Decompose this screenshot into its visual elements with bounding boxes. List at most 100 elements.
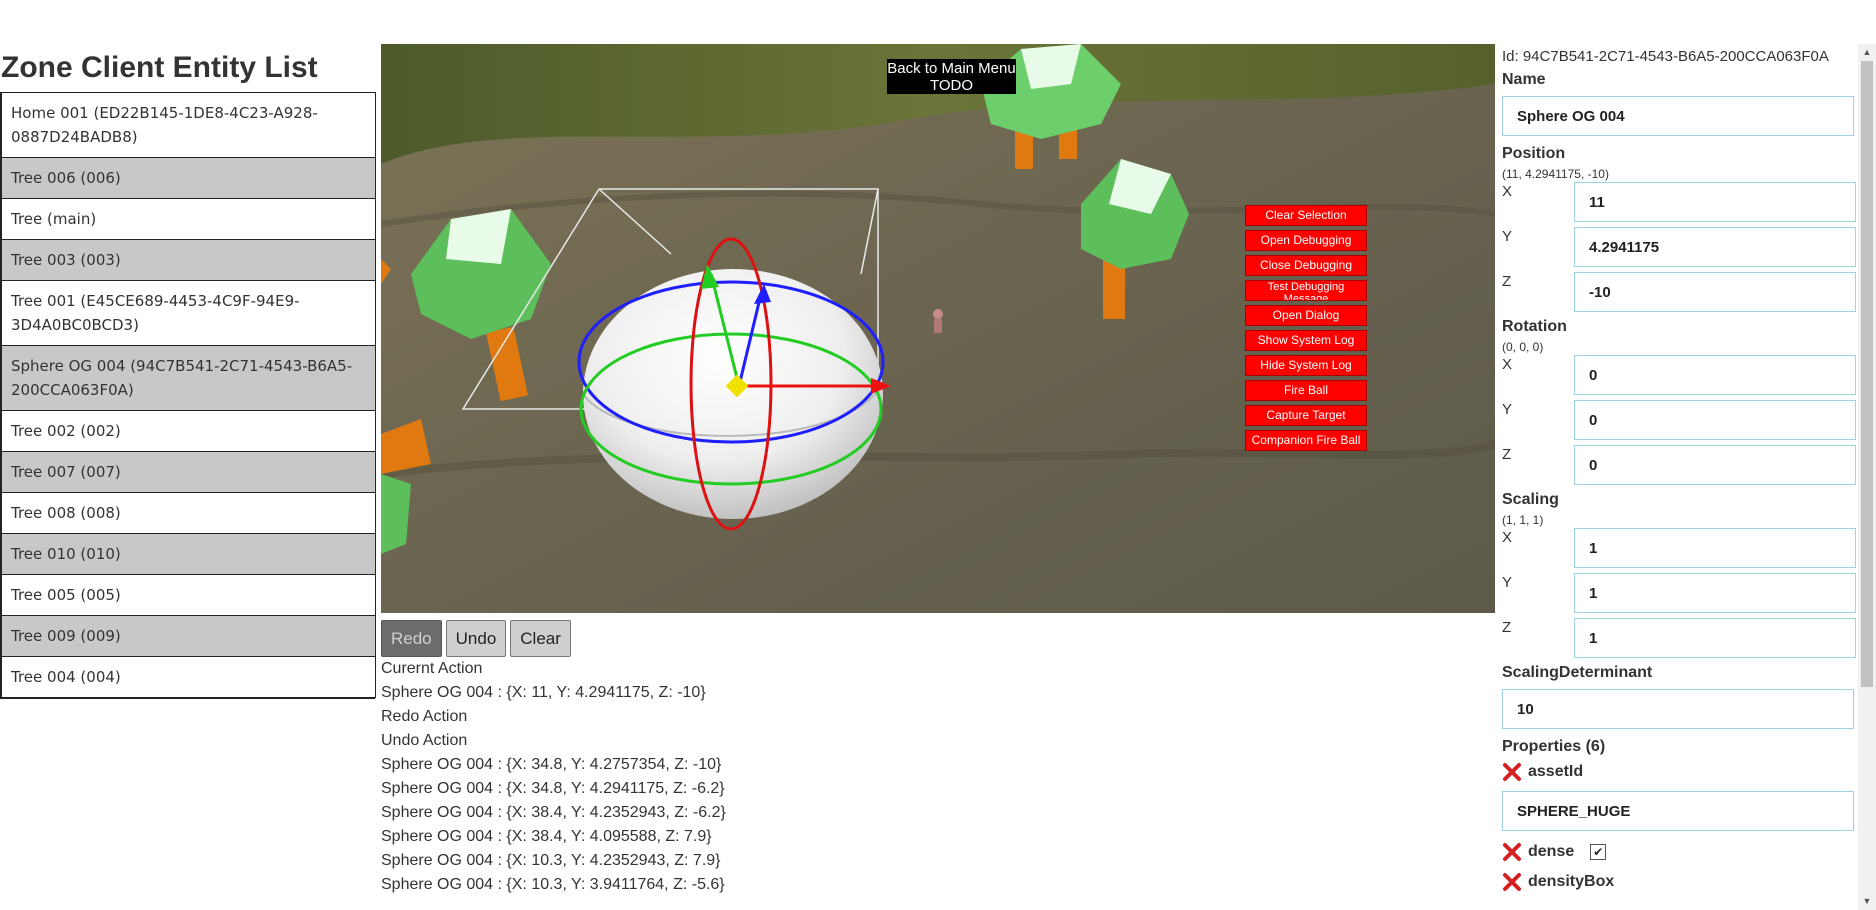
- position-y-input[interactable]: [1574, 227, 1856, 267]
- clear-button[interactable]: Clear: [510, 620, 571, 657]
- debug-button-open-dialog[interactable]: Open Dialog: [1245, 305, 1367, 326]
- axis-y-label: Y: [1502, 574, 1513, 591]
- delete-property-icon[interactable]: [1502, 842, 1522, 862]
- property-row-densitybox: densityBox: [1502, 867, 1856, 897]
- debug-menu: Clear Selection Open Debugging Close Debug…: [1245, 205, 1367, 455]
- entity-list: Home 001 (ED22B145-1DE8-4C23-A928-0887D2…: [0, 92, 376, 699]
- scrollbar-thumb[interactable]: [1861, 61, 1873, 687]
- entity-list-item[interactable]: Tree 010 (010): [1, 533, 376, 574]
- back-to-main-menu-button[interactable]: Back to Main Menu TODO: [887, 59, 1016, 94]
- scaling-y-input[interactable]: [1574, 573, 1856, 613]
- action-log-line: Redo Action: [381, 708, 468, 725]
- character: [933, 309, 943, 333]
- dense-checkbox[interactable]: ✔: [1590, 844, 1607, 860]
- entity-list-item[interactable]: Tree 009 (009): [1, 615, 376, 656]
- axis-x-label: X: [1502, 529, 1513, 546]
- name-input[interactable]: [1502, 96, 1854, 136]
- entity-list-item[interactable]: Home 001 (ED22B145-1DE8-4C23-A928-0887D2…: [1, 92, 376, 157]
- entity-list-title: Zone Client Entity List: [1, 51, 318, 84]
- axis-x-label: X: [1502, 183, 1513, 200]
- rotation-y-row: Y: [1502, 400, 1856, 445]
- entity-list-item[interactable]: Tree 002 (002): [1, 410, 376, 451]
- action-log-line: Curernt Action: [381, 660, 483, 677]
- debug-button-fire-ball[interactable]: Fire Ball: [1245, 380, 1367, 401]
- position-x-row: X: [1502, 182, 1856, 227]
- entity-list-panel: Zone Client Entity List Home 001 (ED22B1…: [0, 44, 376, 699]
- scaling-x-input[interactable]: [1574, 528, 1856, 568]
- entity-list-item[interactable]: Tree 003 (003): [1, 239, 376, 280]
- debug-button-companion-fire-ball[interactable]: Companion Fire Ball: [1245, 430, 1367, 451]
- action-buttons: Redo Undo Clear: [381, 620, 575, 657]
- axis-z-label: Z: [1502, 619, 1512, 636]
- action-log-line: Sphere OG 004 : {X: 34.8, Y: 4.2941175, …: [381, 780, 725, 797]
- delete-property-icon[interactable]: [1502, 872, 1522, 892]
- entity-list-item[interactable]: Tree 001 (E45CE689-4453-4C9F-94E9-3D4A0B…: [1, 280, 376, 345]
- scaling-y-row: Y: [1502, 573, 1856, 618]
- debug-button-capture-target[interactable]: Capture Target: [1245, 405, 1367, 426]
- axis-z-label: Z: [1502, 273, 1512, 290]
- position-y-row: Y: [1502, 227, 1856, 272]
- entity-list-item[interactable]: Tree 007 (007): [1, 451, 376, 492]
- debug-button-close-debugging[interactable]: Close Debugging: [1245, 255, 1367, 276]
- entity-id: Id: 94C7B541-2C71-4543-B6A5-200CCA063F0A: [1502, 48, 1829, 65]
- scaling-determinant-label: ScalingDeterminant: [1502, 664, 1653, 681]
- properties-label: Properties (6): [1502, 738, 1606, 755]
- property-key: dense: [1528, 843, 1575, 860]
- rotation-z-input[interactable]: [1574, 445, 1856, 485]
- scaling-label: Scaling: [1502, 491, 1559, 508]
- axis-z-label: Z: [1502, 446, 1512, 463]
- scaling-determinant-input[interactable]: [1502, 689, 1854, 729]
- scaling-z-input[interactable]: [1574, 618, 1856, 658]
- action-log-line: Sphere OG 004 : {X: 34.8, Y: 4.2757354, …: [381, 756, 722, 773]
- action-log-line: Sphere OG 004 : {X: 38.4, Y: 4.2352943, …: [381, 804, 726, 821]
- position-z-row: Z: [1502, 272, 1856, 317]
- rotation-x-row: X: [1502, 355, 1856, 400]
- rotation-x-input[interactable]: [1574, 355, 1856, 395]
- position-label: Position: [1502, 145, 1566, 162]
- entity-list-item[interactable]: Sphere OG 004 (94C7B541-2C71-4543-B6A5-2…: [1, 345, 376, 410]
- action-log-line: Sphere OG 004 : {X: 38.4, Y: 4.095588, Z…: [381, 828, 712, 845]
- scaling-summary: (1, 1, 1): [1502, 513, 1544, 527]
- debug-button-show-system-log[interactable]: Show System Log: [1245, 330, 1367, 351]
- scroll-down-arrow-icon[interactable]: ▼: [1858, 893, 1876, 910]
- debug-button-open-debugging[interactable]: Open Debugging: [1245, 230, 1367, 251]
- rotation-label: Rotation: [1502, 318, 1567, 335]
- action-log-line: Sphere OG 004 : {X: 10.3, Y: 3.9411764, …: [381, 876, 725, 893]
- scaling-x-row: X: [1502, 528, 1856, 573]
- undo-button[interactable]: Undo: [445, 620, 507, 657]
- scene-viewport[interactable]: Back to Main Menu TODO Clear Selection Op…: [381, 44, 1495, 613]
- entity-list-item[interactable]: Tree (main): [1, 198, 376, 239]
- entity-list-item[interactable]: Tree 008 (008): [1, 492, 376, 533]
- rotation-summary: (0, 0, 0): [1502, 340, 1544, 354]
- axis-x-label: X: [1502, 356, 1513, 373]
- rotation-y-input[interactable]: [1574, 400, 1856, 440]
- debug-button-clear-selection[interactable]: Clear Selection: [1245, 205, 1367, 226]
- entity-list-item[interactable]: Tree 005 (005): [1, 574, 376, 615]
- entity-list-item[interactable]: Tree 004 (004): [1, 656, 376, 698]
- axis-y-label: Y: [1502, 401, 1513, 418]
- position-summary: (11, 4.2941175, -10): [1502, 167, 1609, 181]
- inspector-scrollbar[interactable]: ▲ ▼: [1858, 44, 1876, 910]
- rotation-z-row: Z: [1502, 445, 1856, 490]
- entity-list-item[interactable]: Tree 006 (006): [1, 157, 376, 198]
- property-key: assetId: [1528, 763, 1584, 780]
- entity-inspector: Id: 94C7B541-2C71-4543-B6A5-200CCA063F0A…: [1502, 44, 1856, 910]
- scroll-up-arrow-icon[interactable]: ▲: [1858, 44, 1876, 61]
- action-log: Curernt Action Sphere OG 004 : {X: 11, Y:…: [381, 657, 726, 897]
- property-row-assetid: assetId: [1502, 757, 1856, 787]
- action-log-line: Undo Action: [381, 732, 468, 749]
- action-log-line: Sphere OG 004 : {X: 10.3, Y: 4.2352943, …: [381, 852, 721, 869]
- axis-y-label: Y: [1502, 228, 1513, 245]
- position-x-input[interactable]: [1574, 182, 1856, 222]
- delete-property-icon[interactable]: [1502, 762, 1522, 782]
- debug-button-hide-system-log[interactable]: Hide System Log: [1245, 355, 1367, 376]
- redo-button[interactable]: Redo: [381, 620, 442, 657]
- name-label: Name: [1502, 71, 1546, 88]
- property-assetid-input[interactable]: [1502, 791, 1854, 831]
- position-z-input[interactable]: [1574, 272, 1856, 312]
- scaling-z-row: Z: [1502, 618, 1856, 663]
- debug-button-test-debugging-message[interactable]: Test Debugging Message: [1245, 280, 1367, 301]
- property-key: densityBox: [1528, 873, 1615, 890]
- action-log-line: Sphere OG 004 : {X: 11, Y: 4.2941175, Z:…: [381, 684, 706, 701]
- property-row-dense: dense ✔: [1502, 837, 1856, 867]
